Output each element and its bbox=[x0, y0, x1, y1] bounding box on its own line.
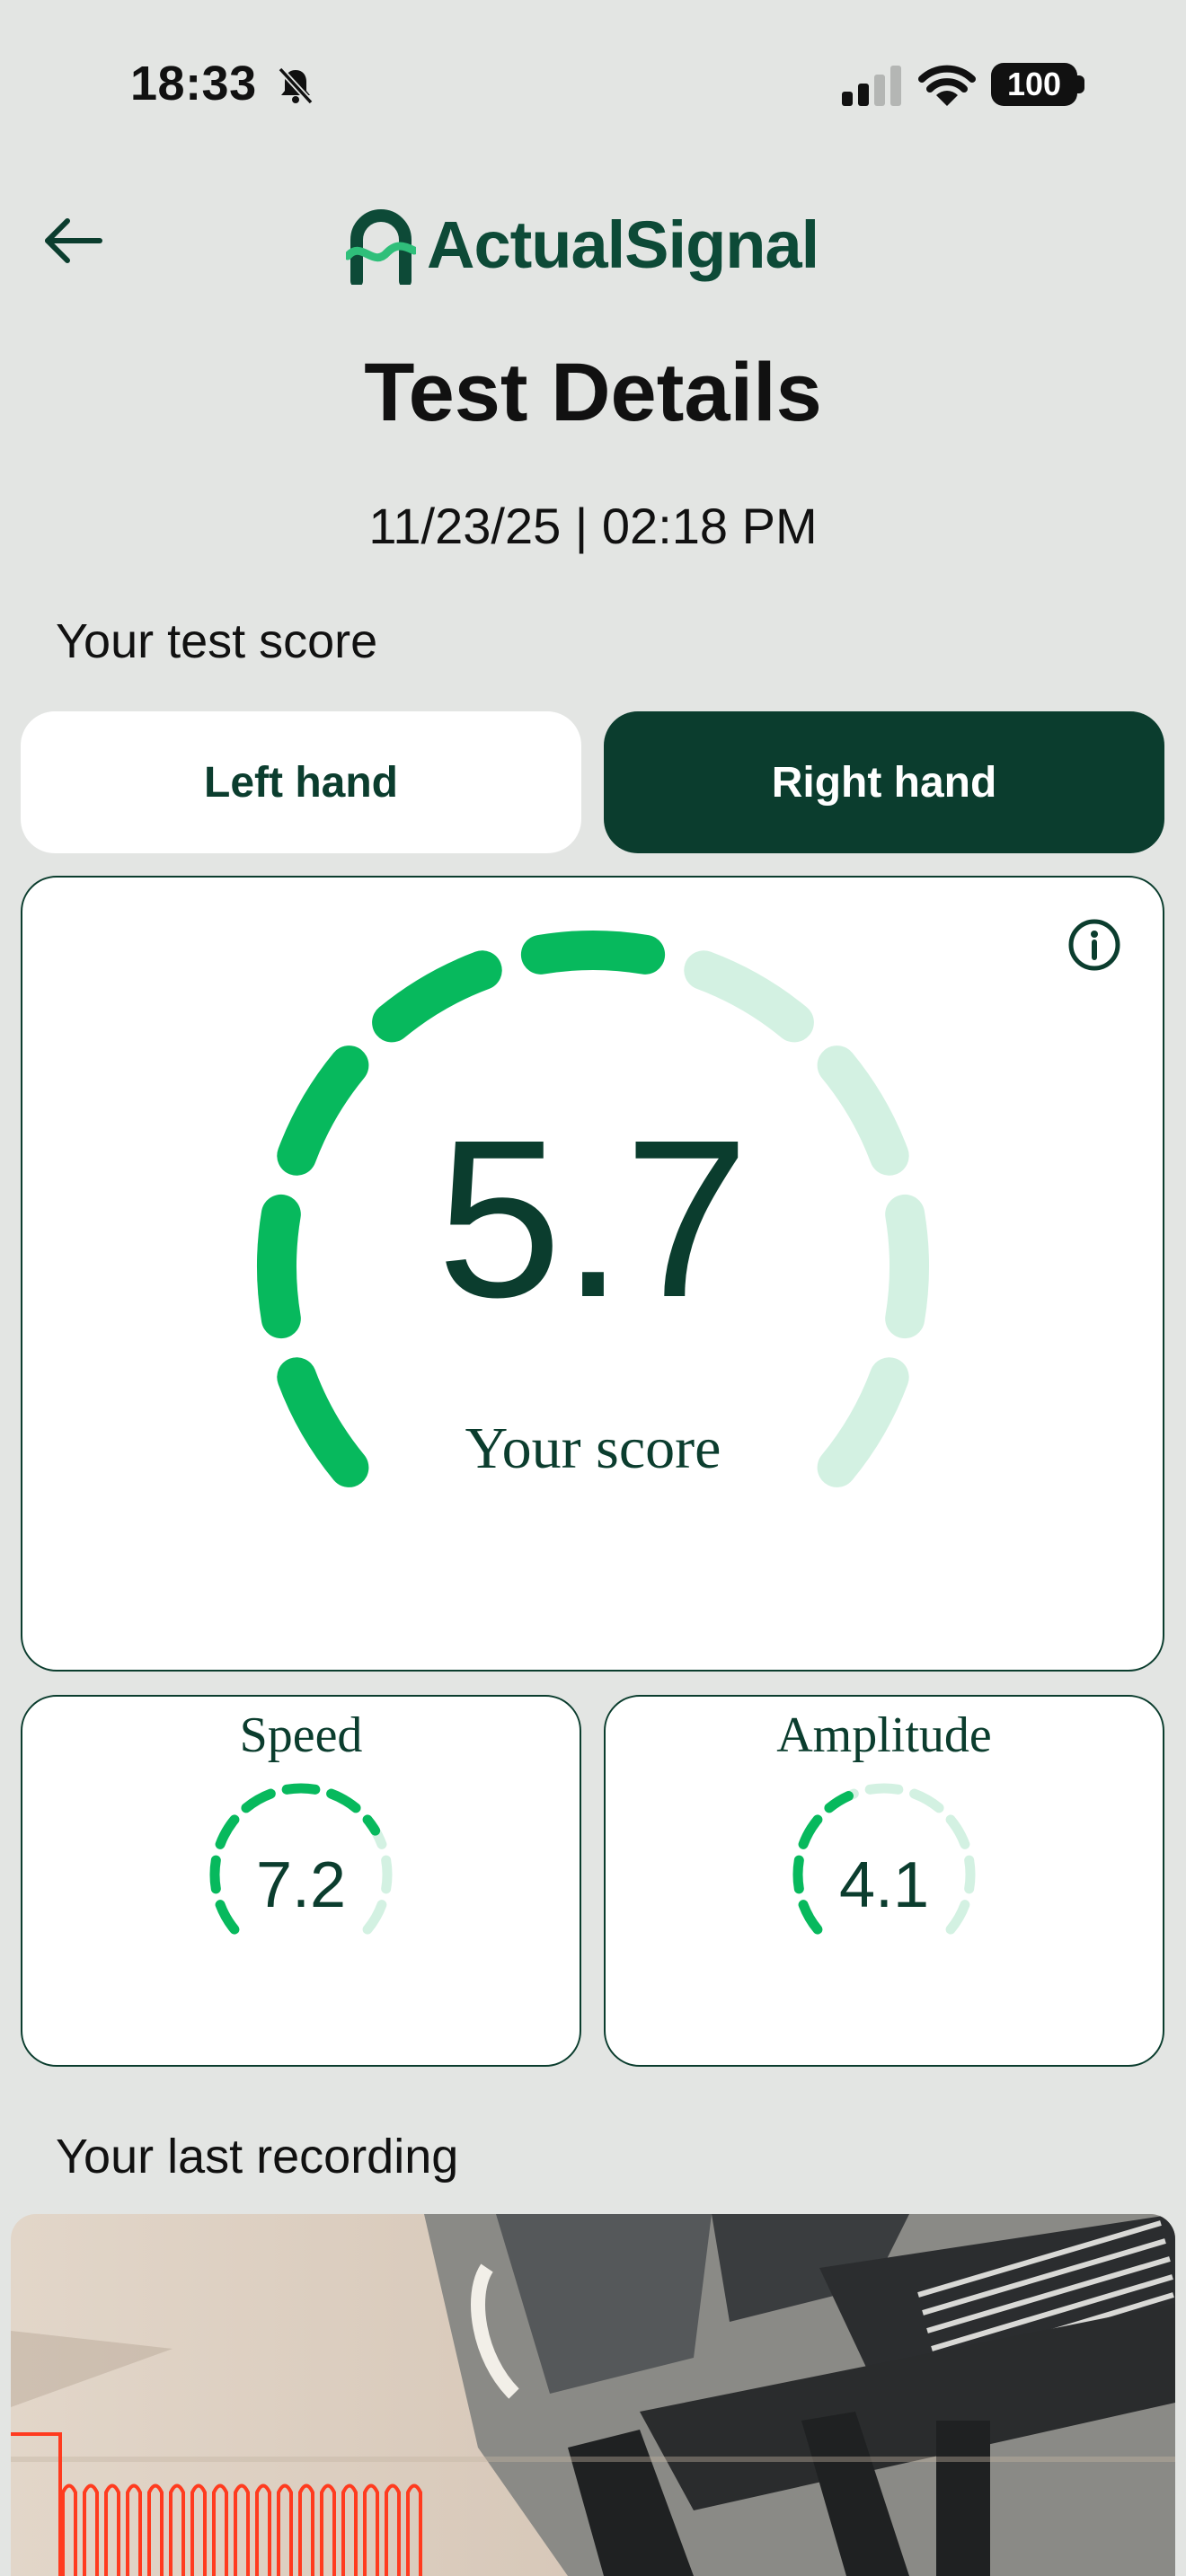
speed-value: 7.2 bbox=[255, 1849, 347, 1921]
info-icon[interactable] bbox=[1067, 918, 1121, 972]
wifi-icon bbox=[918, 65, 976, 106]
speed-gauge-segment-active bbox=[281, 1783, 321, 1795]
cellular-signal-icon bbox=[842, 66, 901, 106]
speed-gauge-segment-active bbox=[362, 1814, 381, 1836]
amplitude-gauge-segment-inactive bbox=[864, 1783, 904, 1795]
score-section-label: Your test score bbox=[56, 614, 378, 668]
amplitude-gauge-segment-active bbox=[798, 1814, 823, 1849]
silent-bell-icon bbox=[278, 66, 314, 105]
status-time: 18:33 bbox=[130, 57, 257, 110]
logo-text: ActualSignal bbox=[427, 207, 819, 282]
back-arrow-icon[interactable] bbox=[40, 214, 112, 268]
speed-gauge-segment-active bbox=[326, 1788, 361, 1813]
amplitude-label: Amplitude bbox=[776, 1707, 992, 1763]
speed-label: Speed bbox=[239, 1707, 363, 1763]
score-gauge-segment-inactive bbox=[684, 950, 814, 1043]
score-gauge-segment-active bbox=[372, 950, 502, 1043]
last-recording-video[interactable] bbox=[11, 2214, 1175, 2576]
score-caption: Your score bbox=[465, 1416, 721, 1481]
battery-nub bbox=[1077, 75, 1084, 93]
recording-section-label: Your last recording bbox=[56, 2130, 459, 2183]
amplitude-value: 4.1 bbox=[838, 1849, 930, 1921]
amplitude-gauge-segment-inactive bbox=[909, 1788, 944, 1813]
amplitude-gauge-segment-active bbox=[824, 1791, 854, 1813]
speed-gauge-segment-active bbox=[241, 1788, 276, 1813]
right-hand-tab[interactable]: Right hand bbox=[604, 711, 1164, 853]
actualsignal-logo-icon bbox=[346, 209, 416, 285]
score-value: 5.7 bbox=[437, 1093, 749, 1344]
left-hand-tab[interactable]: Left hand bbox=[21, 711, 581, 853]
app-logo: ActualSignal bbox=[346, 199, 819, 289]
speed-gauge-segment-active bbox=[215, 1814, 240, 1849]
recording-thumbnail bbox=[11, 2214, 1175, 2576]
battery-indicator: 100 bbox=[991, 63, 1077, 106]
amplitude-gauge-segment-inactive bbox=[945, 1814, 970, 1849]
page-title: Test Details bbox=[364, 347, 822, 438]
test-datetime: 11/23/25 | 02:18 PM bbox=[368, 498, 818, 554]
score-gauge-segment-active bbox=[520, 931, 666, 975]
